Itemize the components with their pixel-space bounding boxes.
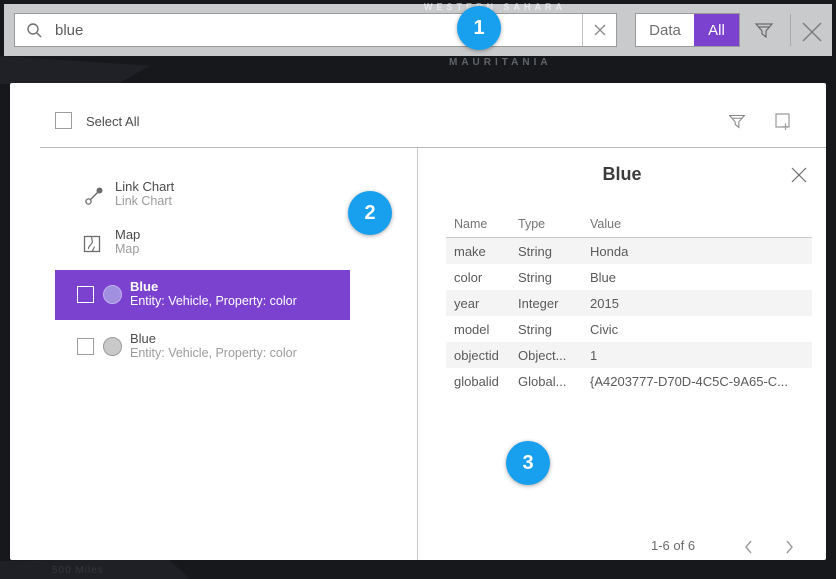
map-label-mauritania: MAURITANIA — [449, 57, 552, 68]
column-header-type: Type — [518, 217, 590, 231]
item-subtitle: Link Chart — [115, 194, 174, 209]
item-subtitle: Entity: Vehicle, Property: color — [130, 346, 297, 361]
link-chart-icon — [84, 186, 104, 206]
pagination-next-button[interactable] — [778, 536, 800, 558]
search-results-panel: Select All Link Chart Link — [10, 83, 826, 560]
column-header-name: Name — [446, 217, 518, 231]
cell-value: 1 — [590, 348, 812, 363]
detail-close-button[interactable] — [790, 166, 808, 184]
search-scope-toggle: Data All — [635, 13, 740, 47]
cell-type: Integer — [518, 296, 590, 311]
funnel-icon — [752, 18, 776, 42]
cell-name: globalid — [446, 374, 518, 389]
cell-value: {A4203777-D70D-4C5C-9A65-C... — [590, 374, 812, 389]
cell-value: Honda — [590, 244, 812, 259]
list-item-blue[interactable]: Blue Entity: Vehicle, Property: color — [55, 325, 350, 371]
properties-table: Name Type Value make String Honda color … — [446, 210, 812, 394]
table-header-row: Name Type Value — [446, 210, 812, 238]
app-frame: WESTERN SAHARA MAURITANIA 500 Miles Data… — [0, 0, 836, 579]
search-clear-button[interactable] — [582, 14, 616, 46]
table-row: color String Blue — [446, 264, 812, 290]
item-title: Blue — [130, 279, 297, 294]
x-icon — [790, 166, 808, 184]
annotation-badge-1: 1 — [457, 6, 501, 50]
search-close-button[interactable] — [799, 19, 825, 45]
item-subtitle: Map — [115, 242, 140, 257]
annotation-badge-2: 2 — [348, 191, 392, 235]
cell-value: Civic — [590, 322, 812, 337]
table-row: objectid Object... 1 — [446, 342, 812, 368]
map-terrain-shape — [0, 56, 150, 84]
cell-name: year — [446, 296, 518, 311]
results-header: Select All — [10, 83, 826, 147]
select-all-label: Select All — [86, 114, 139, 129]
cell-value: Blue — [590, 270, 812, 285]
map-icon — [82, 234, 102, 254]
cell-type: Global... — [518, 374, 590, 389]
search-input[interactable] — [43, 14, 582, 46]
pagination-label: 1-6 of 6 — [651, 538, 695, 553]
item-title: Link Chart — [115, 179, 174, 194]
entity-circle-icon — [103, 337, 122, 356]
table-row: model String Civic — [446, 316, 812, 342]
map-scale-label: 500 Miles — [52, 565, 104, 576]
cell-type: String — [518, 322, 590, 337]
chevron-left-icon — [738, 536, 760, 558]
x-icon — [594, 24, 606, 36]
filter-button[interactable] — [752, 18, 776, 42]
map-label-western-sahara: WESTERN SAHARA — [424, 2, 566, 12]
select-all-checkbox[interactable] — [55, 112, 72, 129]
table-row: globalid Global... {A4203777-D70D-4C5C-9… — [446, 368, 812, 394]
column-header-value: Value — [590, 217, 812, 231]
scope-all-button[interactable]: All — [694, 14, 739, 46]
item-subtitle: Entity: Vehicle, Property: color — [130, 294, 297, 309]
cell-type: String — [518, 270, 590, 285]
scope-data-button[interactable]: Data — [636, 14, 694, 46]
cell-name: make — [446, 244, 518, 259]
x-icon — [799, 19, 825, 45]
add-to-selection-icon — [772, 110, 794, 132]
pagination-prev-button[interactable] — [738, 536, 760, 558]
cell-name: color — [446, 270, 518, 285]
search-box[interactable] — [14, 13, 617, 47]
cell-type: String — [518, 244, 590, 259]
cell-name: objectid — [446, 348, 518, 363]
table-row: year Integer 2015 — [446, 290, 812, 316]
detail-title: Blue — [418, 164, 826, 185]
toolbar-divider — [790, 14, 791, 46]
table-row: make String Honda — [446, 238, 812, 264]
list-item-map[interactable]: Map Map — [10, 226, 417, 264]
search-icon — [26, 22, 43, 39]
annotation-badge-3: 3 — [506, 441, 550, 485]
item-title: Map — [115, 227, 140, 242]
funnel-icon — [726, 110, 748, 132]
chevron-right-icon — [778, 536, 800, 558]
search-toolbar: Data All — [4, 4, 832, 56]
cell-name: model — [446, 322, 518, 337]
item-checkbox[interactable] — [77, 338, 94, 355]
cell-type: Object... — [518, 348, 590, 363]
detail-panel: Blue Name Type Value make String Honda — [417, 148, 826, 560]
add-to-selection-button[interactable] — [772, 110, 794, 132]
item-title: Blue — [130, 331, 297, 346]
entity-circle-icon — [103, 285, 122, 304]
cell-value: 2015 — [590, 296, 812, 311]
pagination: 1-6 of 6 — [418, 536, 826, 558]
results-filter-button[interactable] — [726, 110, 748, 132]
list-item-blue-selected[interactable]: Blue Entity: Vehicle, Property: color — [55, 270, 350, 320]
item-checkbox[interactable] — [77, 286, 94, 303]
